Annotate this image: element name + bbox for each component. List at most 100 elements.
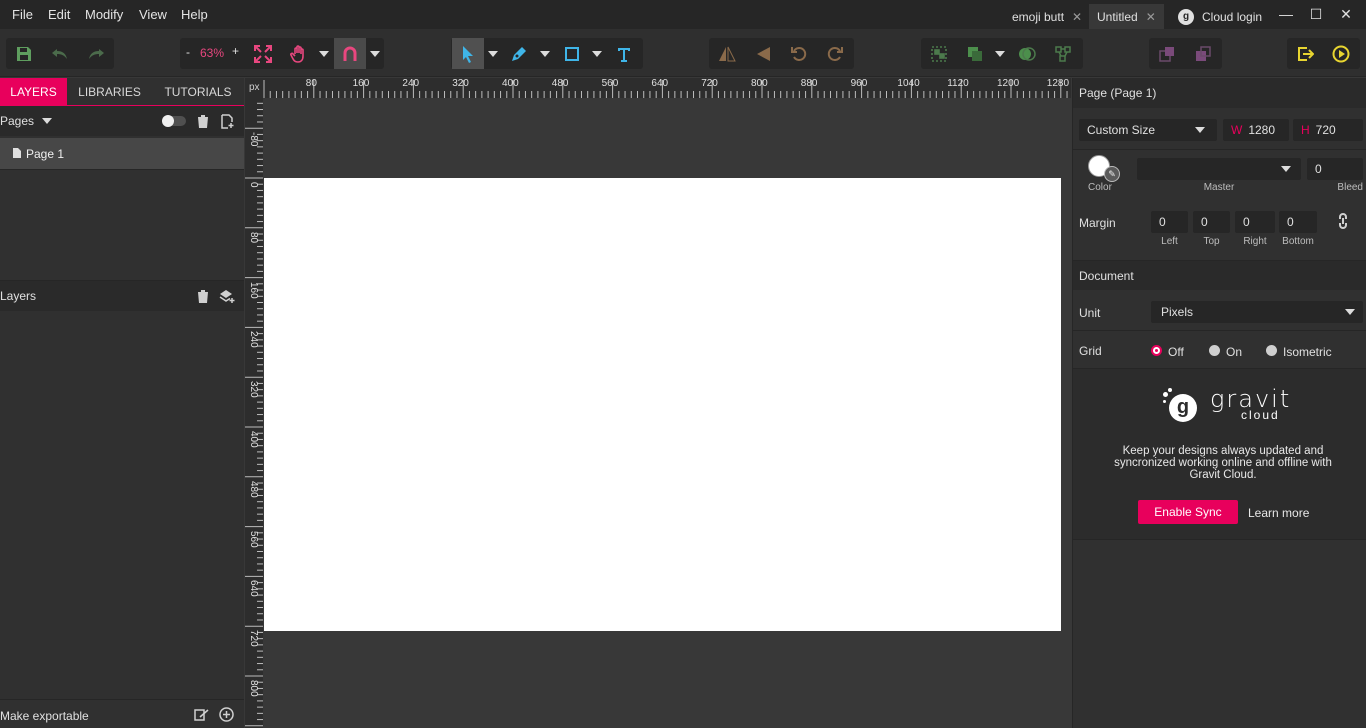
rectangle-tool-button[interactable] (556, 38, 588, 69)
ruler-tick-label: 1040 (897, 78, 920, 89)
divider (1073, 330, 1366, 331)
rotate-right-button[interactable] (819, 38, 851, 69)
ruler-horizontal[interactable]: 80 160 240 320 400 480 560 640 720 800 880 960 1040 1… (263, 78, 1071, 98)
promo-text: Keep your designs always updated and syn… (1114, 445, 1332, 481)
menu-help[interactable]: Help (181, 7, 208, 22)
margin-bottom-field[interactable]: 0 (1279, 211, 1317, 233)
menu-view[interactable]: View (139, 7, 167, 22)
zoom-value[interactable]: 63% (200, 46, 224, 60)
pages-menu-dropdown[interactable] (42, 118, 52, 124)
zoom-group: - 63% + (180, 38, 384, 69)
maximize-button[interactable]: ☐ (1302, 4, 1330, 24)
link-margins-icon[interactable] (1336, 213, 1350, 229)
send-backward-button[interactable] (1187, 38, 1219, 69)
trash-icon[interactable] (196, 289, 210, 304)
size-preset-select[interactable]: Custom Size (1079, 119, 1217, 141)
pages-toggle[interactable] (162, 115, 186, 127)
ruler-tick-label: -80 (248, 132, 259, 147)
pen-dropdown[interactable] (538, 38, 552, 69)
fit-to-screen-button[interactable] (247, 38, 279, 69)
grid-on-option[interactable]: On (1209, 344, 1257, 359)
undo-button[interactable] (44, 38, 76, 69)
unit-select[interactable]: Pixels (1151, 301, 1363, 323)
save-button[interactable] (8, 38, 40, 69)
radio-icon (1209, 345, 1220, 356)
pointer-tool-button[interactable] (452, 38, 484, 69)
margin-bottom-value: 0 (1287, 215, 1294, 229)
ruler-corner: px (245, 78, 263, 98)
shape-dropdown[interactable] (590, 38, 604, 69)
flip-horizontal-button[interactable] (711, 38, 743, 69)
margin-bottom-label: Bottom (1282, 236, 1314, 247)
menu-file[interactable]: File (12, 7, 33, 22)
path-ops-button[interactable] (1047, 38, 1079, 69)
zoom-in-button[interactable]: + (232, 44, 239, 58)
export-button[interactable] (1289, 38, 1321, 69)
ruler-tick-label: 880 (800, 78, 818, 89)
menu-edit[interactable]: Edit (48, 7, 70, 22)
flip-vertical-button[interactable] (747, 38, 779, 69)
tab-emoji-butt[interactable]: emoji butt ✕ (1004, 4, 1090, 29)
enable-sync-button[interactable]: Enable Sync (1138, 500, 1238, 524)
height-field[interactable]: H 720 (1293, 119, 1363, 141)
make-exportable-label[interactable]: Make exportable (0, 709, 89, 723)
toolbar: - 63% + (0, 29, 1366, 77)
menu-modify[interactable]: Modify (85, 7, 123, 22)
boolean-dropdown[interactable] (993, 38, 1007, 69)
grid-isometric-option[interactable]: Isometric (1266, 344, 1356, 359)
pen-tool-button[interactable] (503, 38, 535, 69)
ruler-unit: px (249, 82, 260, 93)
close-window-button[interactable]: ✕ (1332, 4, 1360, 24)
export-slice-icon[interactable] (194, 708, 210, 722)
pointer-dropdown[interactable] (486, 38, 500, 69)
tab-libraries[interactable]: LIBRARIES (67, 78, 152, 105)
redo-button[interactable] (80, 38, 112, 69)
ruler-tick-label: 320 (248, 381, 259, 398)
rotate-left-icon (791, 46, 807, 61)
tab-layers[interactable]: LAYERS (0, 78, 67, 105)
mask-button[interactable] (1011, 38, 1043, 69)
unit-value: Pixels (1161, 305, 1194, 319)
tab-untitled[interactable]: Untitled ✕ (1089, 4, 1164, 29)
toggle-knob (162, 115, 174, 127)
add-layer-icon[interactable] (219, 289, 236, 304)
union-button[interactable] (959, 38, 991, 69)
add-page-icon[interactable] (221, 114, 235, 129)
margin-top-field[interactable]: 0 (1193, 211, 1230, 233)
chevron-down-icon (995, 50, 1005, 57)
bleed-field[interactable]: 0 (1307, 158, 1363, 180)
eyedropper-icon[interactable]: ✎ (1104, 166, 1120, 182)
page-list-item[interactable]: Page 1 (0, 138, 244, 169)
margin-right-field[interactable]: 0 (1235, 211, 1275, 233)
add-circle-icon[interactable] (219, 707, 234, 722)
hand-tool-button[interactable] (283, 38, 315, 69)
bring-forward-button[interactable] (1151, 38, 1183, 69)
unit-label: Unit (1079, 306, 1101, 320)
width-field[interactable]: W 1280 (1223, 119, 1289, 141)
artboard[interactable] (264, 178, 1061, 631)
minimize-button[interactable]: — (1272, 4, 1300, 24)
group-button[interactable] (923, 38, 955, 69)
zoom-out-button[interactable]: - (186, 45, 190, 59)
tab-tutorials[interactable]: TUTORIALS (152, 78, 244, 105)
ruler-tick-label: 80 (305, 78, 317, 89)
hand-tool-dropdown[interactable] (317, 38, 331, 69)
snap-toggle-button[interactable] (334, 38, 366, 69)
margin-left-field[interactable]: 0 (1151, 211, 1188, 233)
present-button[interactable] (1325, 38, 1357, 69)
pen-icon (512, 46, 526, 61)
trash-icon[interactable] (196, 114, 210, 129)
grid-off-option[interactable]: Off (1151, 344, 1199, 359)
margin-top-label: Top (1203, 236, 1220, 247)
ruler-vertical[interactable]: -80 0 80 160 240 320 400 480 560 640 720 800 (245, 98, 263, 728)
learn-more-link[interactable]: Learn more (1248, 506, 1309, 520)
text-tool-button[interactable] (608, 38, 640, 69)
snap-dropdown[interactable] (368, 38, 382, 69)
tab-cloud-login[interactable]: g Cloud login (1170, 4, 1270, 29)
tab-close-icon[interactable]: ✕ (1146, 10, 1156, 24)
tab-close-icon[interactable]: ✕ (1072, 10, 1082, 24)
master-select[interactable] (1137, 158, 1301, 180)
bring-forward-icon (1159, 46, 1174, 62)
divider (0, 169, 244, 170)
rotate-left-button[interactable] (783, 38, 815, 69)
